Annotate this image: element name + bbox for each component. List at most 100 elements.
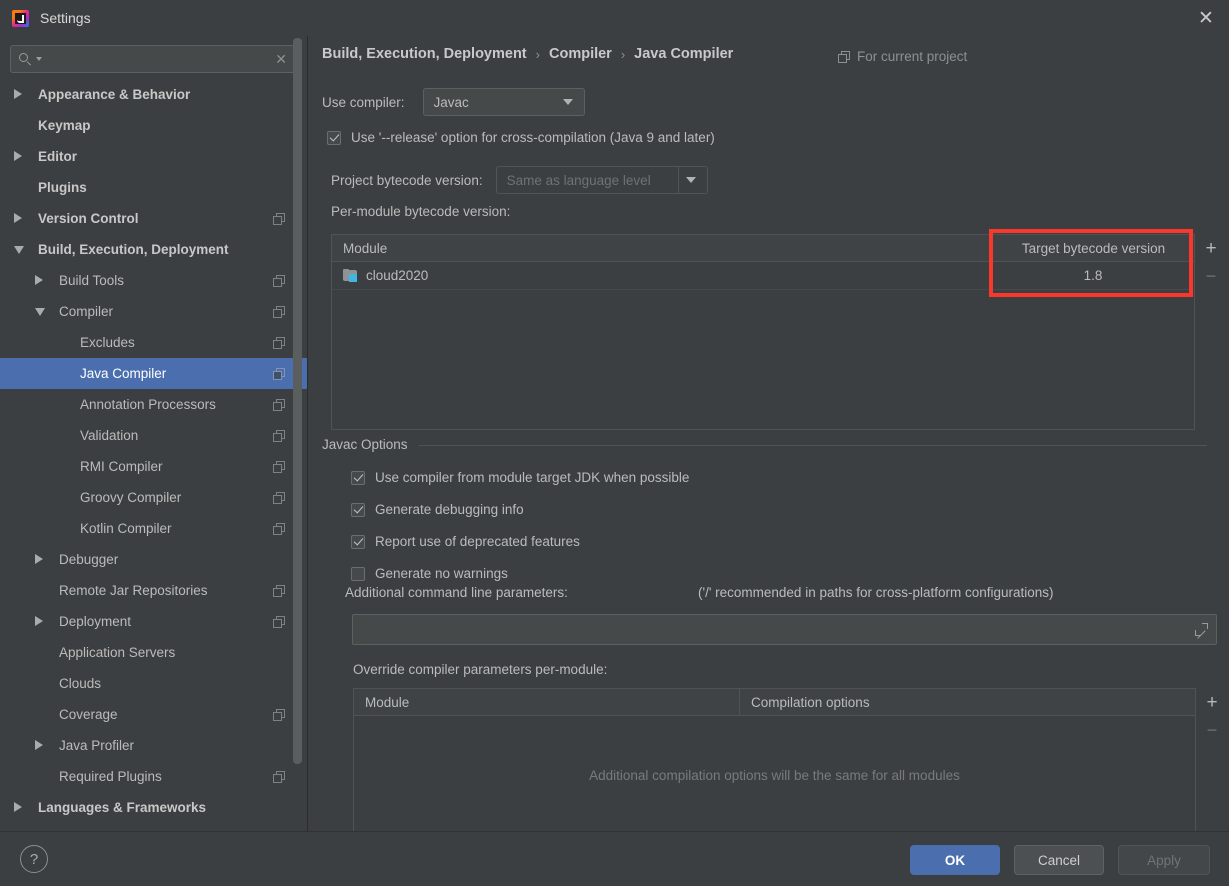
- sidebar-item-label: Groovy Compiler: [80, 490, 182, 505]
- chevron-right-icon[interactable]: [35, 740, 43, 750]
- javac-checkbox-3-row[interactable]: Generate no warnings: [351, 566, 508, 581]
- sidebar-item-excludes[interactable]: Excludes: [0, 327, 307, 358]
- generate-no-warnings-checkbox[interactable]: [351, 566, 365, 581]
- use-compiler-row: Use compiler: Javac: [322, 88, 585, 116]
- module-folder-icon: [343, 269, 358, 282]
- copy-icon: [273, 770, 285, 783]
- sidebar-item-plugins[interactable]: Plugins: [0, 172, 307, 203]
- project-bytecode-dropdown[interactable]: Same as language level: [495, 166, 708, 194]
- sidebar-item-keymap[interactable]: Keymap: [0, 110, 307, 141]
- sidebar-scrollbar[interactable]: [293, 38, 302, 764]
- chevron-right-icon[interactable]: [35, 616, 43, 626]
- copy-icon: [273, 460, 285, 473]
- sidebar-item-java-profiler[interactable]: Java Profiler: [0, 730, 307, 761]
- use-compiler-value: Javac: [433, 94, 469, 110]
- report-deprecated-label: Report use of deprecated features: [375, 534, 580, 549]
- sidebar-item-deployment[interactable]: Deployment: [0, 606, 307, 637]
- remove-module-button[interactable]: −: [1198, 262, 1224, 290]
- sidebar-item-compiler[interactable]: Compiler: [0, 296, 307, 327]
- module-table-cell-module[interactable]: cloud2020: [332, 262, 992, 289]
- sidebar-item-debugger[interactable]: Debugger: [0, 544, 307, 575]
- chevron-right-icon[interactable]: [14, 151, 22, 161]
- sidebar-item-label: Annotation Processors: [80, 397, 216, 412]
- sidebar-item-label: Languages & Frameworks: [38, 800, 207, 815]
- sidebar-item-annotation-processors[interactable]: Annotation Processors: [0, 389, 307, 420]
- override-label-row: Override compiler parameters per-module:: [353, 662, 607, 677]
- settings-dialog: Settings ✕ ✕ Appearance & Behavior Keymap…: [0, 0, 1229, 886]
- module-table-cell-target[interactable]: 1.8: [992, 262, 1194, 289]
- sidebar-item-label: Excludes: [80, 335, 135, 350]
- module-table-col-module[interactable]: Module: [332, 235, 992, 261]
- chevron-right-icon[interactable]: [35, 554, 43, 564]
- breadcrumb-separator-2: ›: [620, 46, 626, 62]
- sidebar-item-kotlin-compiler[interactable]: Kotlin Compiler: [0, 513, 307, 544]
- breadcrumb-part-1[interactable]: Build, Execution, Deployment: [322, 46, 527, 62]
- sidebar-item-rmi-compiler[interactable]: RMI Compiler: [0, 451, 307, 482]
- table-row[interactable]: cloud2020 1.8: [332, 262, 1194, 290]
- sidebar-item-editor[interactable]: Editor: [0, 141, 307, 172]
- add-module-button[interactable]: +: [1198, 234, 1224, 262]
- chevron-right-icon[interactable]: [35, 275, 43, 285]
- remove-override-button[interactable]: −: [1199, 716, 1225, 744]
- sidebar-item-label: Deployment: [59, 614, 132, 629]
- sidebar-item-build-tools[interactable]: Build Tools: [0, 265, 307, 296]
- copy-icon: [838, 50, 850, 63]
- generate-no-warnings-label: Generate no warnings: [375, 566, 508, 581]
- cancel-button[interactable]: Cancel: [1014, 845, 1104, 875]
- sidebar-item-validation[interactable]: Validation: [0, 420, 307, 451]
- override-params-table: Module Compilation options Additional co…: [353, 688, 1196, 836]
- javac-checkbox-1-row[interactable]: Generate debugging info: [351, 502, 524, 517]
- use-compiler-dropdown[interactable]: Javac: [422, 88, 585, 116]
- report-deprecated-checkbox[interactable]: [351, 534, 365, 549]
- additional-params-label-row: Additional command line parameters:: [345, 585, 568, 600]
- use-module-jdk-checkbox[interactable]: [351, 470, 365, 485]
- override-table-col-options[interactable]: Compilation options: [739, 689, 1195, 715]
- chevron-right-icon[interactable]: [14, 89, 22, 99]
- ok-button[interactable]: OK: [910, 845, 1000, 875]
- chevron-right-icon[interactable]: [14, 213, 22, 223]
- sidebar-item-label: Kotlin Compiler: [80, 521, 172, 536]
- sidebar-item-remote-jar-repositories[interactable]: Remote Jar Repositories: [0, 575, 307, 606]
- per-module-bytecode-label: Per-module bytecode version:: [331, 204, 511, 219]
- release-option-checkbox[interactable]: [327, 130, 341, 145]
- breadcrumb-part-2[interactable]: Compiler: [549, 46, 612, 62]
- generate-debugging-info-checkbox[interactable]: [351, 502, 365, 517]
- release-option-row[interactable]: Use '--release' option for cross-compila…: [327, 130, 715, 145]
- module-table-buttons: + −: [1197, 234, 1225, 290]
- override-table-empty-message: Additional compilation options will be t…: [589, 767, 960, 783]
- sidebar-item-languages-frameworks[interactable]: Languages & Frameworks: [0, 792, 307, 821]
- sidebar-item-coverage[interactable]: Coverage: [0, 699, 307, 730]
- chevron-down-icon[interactable]: [14, 246, 24, 254]
- module-name: cloud2020: [366, 268, 429, 283]
- clear-icon[interactable]: ✕: [275, 52, 287, 66]
- sidebar-item-label: Java Compiler: [80, 366, 167, 381]
- sidebar-item-build-execution-deployment[interactable]: Build, Execution, Deployment: [0, 234, 307, 265]
- sidebar-item-required-plugins[interactable]: Required Plugins: [0, 761, 307, 792]
- breadcrumb: Build, Execution, Deployment › Compiler …: [322, 46, 733, 62]
- sidebar-item-label: Appearance & Behavior: [38, 87, 191, 102]
- sidebar-item-version-control[interactable]: Version Control: [0, 203, 307, 234]
- apply-button: Apply: [1118, 845, 1210, 875]
- expand-icon[interactable]: [1195, 623, 1208, 639]
- chevron-right-icon[interactable]: [14, 802, 22, 812]
- search-input[interactable]: [42, 51, 276, 67]
- javac-checkbox-2-row[interactable]: Report use of deprecated features: [351, 534, 580, 549]
- intellij-idea-icon: [12, 9, 29, 27]
- javac-checkbox-0-row[interactable]: Use compiler from module target JDK when…: [351, 470, 689, 485]
- sidebar-item-appearance-behavior[interactable]: Appearance & Behavior: [0, 79, 307, 110]
- group-divider: [419, 445, 1207, 446]
- help-button[interactable]: ?: [20, 845, 48, 873]
- add-override-button[interactable]: +: [1199, 688, 1225, 716]
- close-icon[interactable]: ✕: [1183, 0, 1229, 36]
- sidebar-item-application-servers[interactable]: Application Servers: [0, 637, 307, 668]
- override-table-col-module[interactable]: Module: [354, 689, 739, 715]
- sidebar-item-groovy-compiler[interactable]: Groovy Compiler: [0, 482, 307, 513]
- sidebar-item-clouds[interactable]: Clouds: [0, 668, 307, 699]
- additional-params-input[interactable]: [352, 614, 1217, 645]
- module-table-col-target[interactable]: Target bytecode version: [992, 235, 1194, 261]
- copy-icon: [273, 584, 285, 597]
- chevron-down-icon[interactable]: [35, 308, 45, 316]
- sidebar-item-java-compiler[interactable]: Java Compiler: [0, 358, 307, 389]
- search-box[interactable]: ✕: [10, 45, 297, 73]
- sidebar-item-label: Application Servers: [59, 645, 176, 660]
